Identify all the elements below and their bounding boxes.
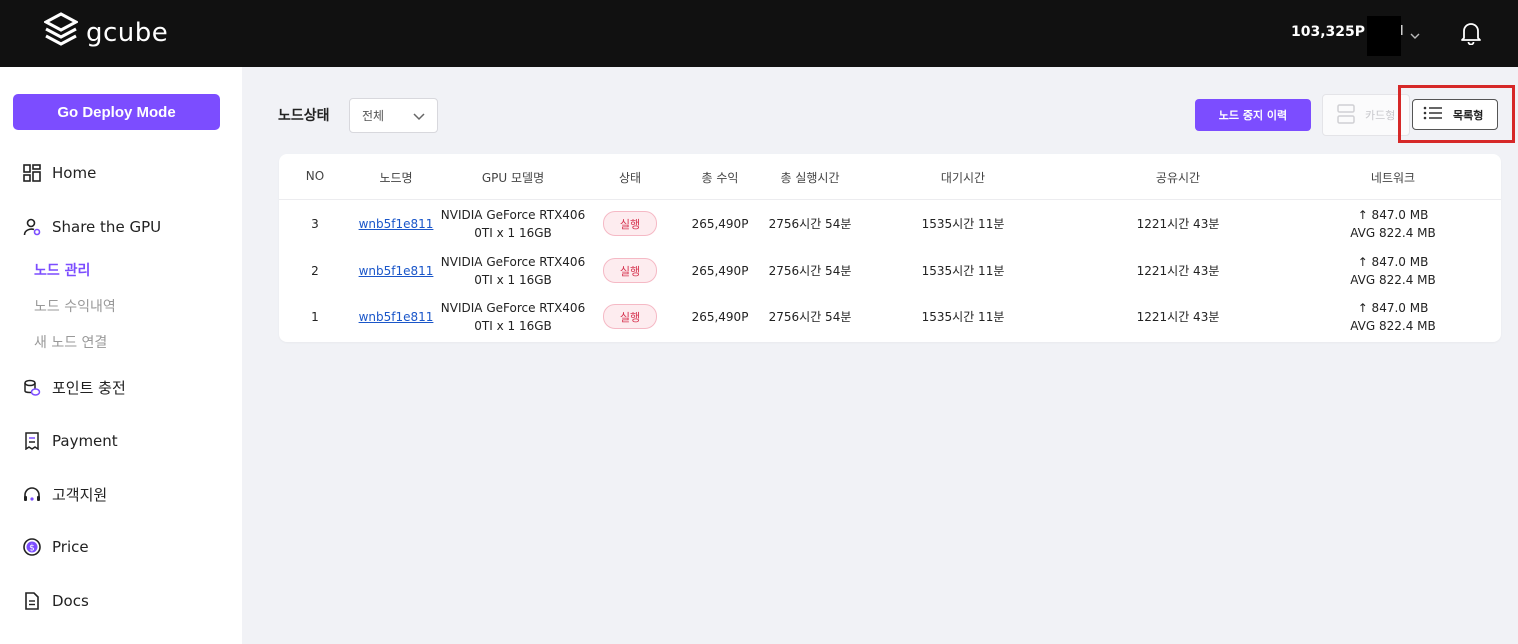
idle-time: 1535시간 11분 [921,264,1005,278]
row-no: 3 [311,217,319,231]
user-avatar-redacted[interactable] [1367,16,1401,56]
cube-logo-icon [42,12,80,54]
sidebar-item-payment[interactable]: Payment [22,431,118,450]
node-table: NO 노드명 GPU 모델명 상태 총 수익 총 실행시간 대기시간 공유시간 … [279,154,1501,342]
sidebar-item-label: Payment [52,431,118,450]
sidebar-item-support[interactable]: 고객지원 [22,484,107,505]
sidebar-item-label: 포인트 충전 [52,379,126,397]
points-balance: 103,325P [1291,24,1366,40]
gpu-model-line1: NVIDIA GeForce RTX406 [440,208,586,222]
node-name-link[interactable]: wnb5f1e811 [359,262,434,280]
total-revenue: 265,490P [691,217,749,231]
node-status-label: 노드상태 [278,108,330,124]
table-row[interactable]: 2 wnb5f1e811 NVIDIA GeForce RTX406 0TI x… [279,248,1501,294]
chevron-down-icon [413,110,425,124]
node-name-link[interactable]: wnb5f1e811 [359,308,434,326]
column-header-no: NO [305,169,325,183]
network-average: AVG 822.4 MB [1350,226,1436,240]
column-header-idle-time: 대기시간 [940,171,986,185]
sidebar-subitem-new-node[interactable]: 새 노드 연결 [34,332,107,352]
logo[interactable]: gcube [42,12,169,54]
sidebar-item-home[interactable]: Home [22,163,96,182]
gpu-model-line1: NVIDIA GeForce RTX406 [440,301,586,315]
column-header-node-name: 노드명 [379,171,413,185]
home-grid-icon [22,163,41,182]
column-header-status: 상태 [618,171,642,185]
node-name-link[interactable]: wnb5f1e811 [359,215,434,233]
list-icon [1423,106,1443,123]
card-view-label: 카드형 [1365,109,1396,122]
go-deploy-mode-button[interactable]: Go Deploy Mode [13,94,220,130]
sidebar-item-docs[interactable]: Docs [22,591,89,610]
svg-text:$: $ [29,543,35,553]
receipt-icon [22,431,41,450]
column-header-gpu-model: GPU 모델명 [481,171,545,185]
network-upload: ↑ 847.0 MB [1357,208,1429,222]
network-average: AVG 822.4 MB [1350,319,1436,333]
sidebar-item-point-charge[interactable]: 포인트 충전 [22,377,126,398]
document-icon [22,591,41,610]
logo-text: gcube [86,18,169,48]
column-header-total-run-time: 총 실행시간 [780,171,840,185]
network-upload: ↑ 847.0 MB [1357,301,1429,315]
sidebar: Go Deploy Mode Home Share the GPU 노드 관리 … [0,67,242,644]
column-header-network: 네트워크 [1370,171,1416,185]
node-status-select[interactable]: 전체 [349,98,438,133]
dollar-circle-icon: $ [22,537,41,556]
table-row[interactable]: 1 wnb5f1e811 NVIDIA GeForce RTX406 0TI x… [279,294,1501,340]
column-header-share-time: 공유시간 [1155,171,1201,185]
share-time: 1221시간 43분 [1136,310,1220,324]
network-average: AVG 822.4 MB [1350,273,1436,287]
gpu-model-line2: 0TI x 1 16GB [474,226,552,240]
column-header-total-revenue: 총 수익 [701,171,739,185]
list-view-label: 목록형 [1453,108,1484,122]
idle-time: 1535시간 11분 [921,310,1005,324]
chevron-down-icon[interactable] [1410,25,1420,44]
top-bar: gcube 103,325P l [0,0,1518,67]
user-name-suffix: l [1400,24,1404,39]
status-badge: 실행 [603,211,657,236]
idle-time: 1535시간 11분 [921,217,1005,231]
gpu-model-line1: NVIDIA GeForce RTX406 [440,255,586,269]
row-no: 1 [311,310,319,324]
card-view-icon [1337,103,1355,127]
sidebar-subitem-node-management[interactable]: 노드 관리 [34,260,90,280]
headset-icon [22,485,41,504]
node-status-select-value: 전체 [362,109,385,123]
total-revenue: 265,490P [691,310,749,324]
gpu-model-line2: 0TI x 1 16GB [474,319,552,333]
share-time: 1221시간 43분 [1136,217,1220,231]
gpu-model-line2: 0TI x 1 16GB [474,273,552,287]
sidebar-item-label: Share the GPU [52,217,162,236]
sidebar-item-label: Docs [52,591,89,610]
bell-icon[interactable] [1460,21,1482,49]
sidebar-subitem-node-revenue[interactable]: 노드 수익내역 [34,296,116,316]
list-view-button[interactable]: 목록형 [1412,99,1498,130]
user-share-icon [22,217,41,236]
coins-icon [22,378,41,397]
total-run-time: 2756시간 54분 [768,310,852,324]
status-badge: 실행 [603,258,657,283]
total-revenue: 265,490P [691,264,749,278]
table-header: NO 노드명 GPU 모델명 상태 총 수익 총 실행시간 대기시간 공유시간 … [279,154,1501,200]
node-stop-history-button[interactable]: 노드 중지 이력 [1195,99,1311,131]
network-upload: ↑ 847.0 MB [1357,255,1429,269]
total-run-time: 2756시간 54분 [768,264,852,278]
total-run-time: 2756시간 54분 [768,217,852,231]
sidebar-item-price[interactable]: $ Price [22,537,89,556]
sidebar-item-label: Home [52,163,97,182]
row-no: 2 [311,264,319,278]
table-row[interactable]: 3 wnb5f1e811 NVIDIA GeForce RTX406 0TI x… [279,201,1501,247]
status-badge: 실행 [603,304,657,329]
sidebar-item-share-the-gpu[interactable]: Share the GPU [22,217,161,236]
sidebar-item-label: 고객지원 [52,486,108,504]
share-time: 1221시간 43분 [1136,264,1220,278]
card-view-button[interactable]: 카드형 [1322,94,1410,136]
sidebar-item-label: Price [52,537,89,556]
